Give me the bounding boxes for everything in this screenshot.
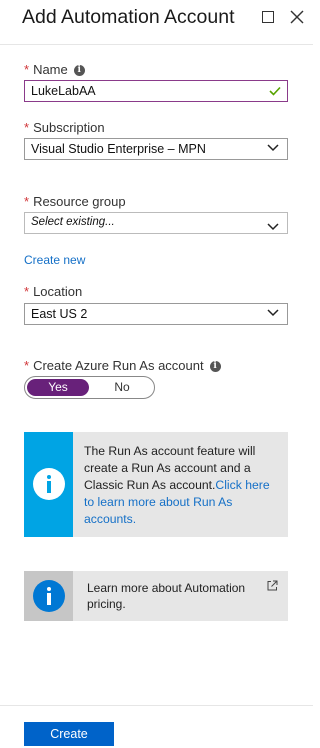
run-as-toggle[interactable]: Yes No xyxy=(24,376,155,399)
run-as-label: * Create Azure Run As account i xyxy=(24,358,221,373)
external-link-icon xyxy=(267,580,278,591)
blade-footer: Create xyxy=(0,705,313,748)
page-title: Add Automation Account xyxy=(22,6,235,28)
subscription-value: Visual Studio Enterprise – MPN xyxy=(31,142,206,156)
name-input-value: LukeLabAA xyxy=(31,84,96,98)
resource-group-label-text: Resource group xyxy=(33,194,126,209)
chevron-down-icon xyxy=(267,223,279,231)
required-marker: * xyxy=(24,194,30,209)
location-label-text: Location xyxy=(33,284,83,299)
name-label: * Name i xyxy=(24,62,85,77)
subscription-label: * Subscription xyxy=(24,120,105,135)
pricing-info-banner[interactable]: Learn more about Automation pricing. xyxy=(24,571,288,621)
location-dropdown[interactable]: East US 2 xyxy=(24,303,288,325)
create-new-resource-group-link[interactable]: Create new xyxy=(24,253,85,267)
maximize-button[interactable] xyxy=(261,10,277,26)
subscription-dropdown[interactable]: Visual Studio Enterprise – MPN xyxy=(24,138,288,160)
valid-check-icon xyxy=(269,86,281,96)
required-marker: * xyxy=(24,358,30,373)
required-marker: * xyxy=(24,284,30,299)
run-as-no-option[interactable]: No xyxy=(91,379,153,396)
run-as-info-banner: The Run As account feature will create a… xyxy=(24,432,288,537)
required-marker: * xyxy=(24,120,30,135)
resource-group-label: * Resource group xyxy=(24,194,126,209)
name-label-text: Name xyxy=(33,62,68,77)
create-button[interactable]: Create xyxy=(24,722,114,746)
resource-group-dropdown[interactable]: Select existing... xyxy=(24,212,288,234)
name-info-icon[interactable]: i xyxy=(73,65,85,77)
info-icon xyxy=(33,468,65,500)
close-icon xyxy=(290,10,304,24)
location-label: * Location xyxy=(24,284,82,299)
required-marker: * xyxy=(24,62,30,77)
info-strip xyxy=(24,432,73,537)
name-input[interactable]: LukeLabAA xyxy=(24,80,288,102)
run-as-info-text: The Run As account feature will create a… xyxy=(84,443,280,528)
run-as-yes-option[interactable]: Yes xyxy=(27,379,89,396)
resource-group-placeholder: Select existing... xyxy=(31,216,115,228)
info-strip xyxy=(24,571,73,621)
blade-header: Add Automation Account xyxy=(0,0,313,45)
chevron-down-icon xyxy=(267,309,279,317)
chevron-down-icon xyxy=(267,144,279,152)
info-icon xyxy=(33,580,65,612)
run-as-info-icon[interactable]: i xyxy=(209,361,221,373)
subscription-label-text: Subscription xyxy=(33,120,105,135)
location-value: East US 2 xyxy=(31,307,88,321)
run-as-label-text: Create Azure Run As account xyxy=(33,358,204,373)
maximize-icon xyxy=(262,11,274,23)
pricing-info-text: Learn more about Automation pricing. xyxy=(87,581,246,611)
close-button[interactable] xyxy=(290,10,306,26)
